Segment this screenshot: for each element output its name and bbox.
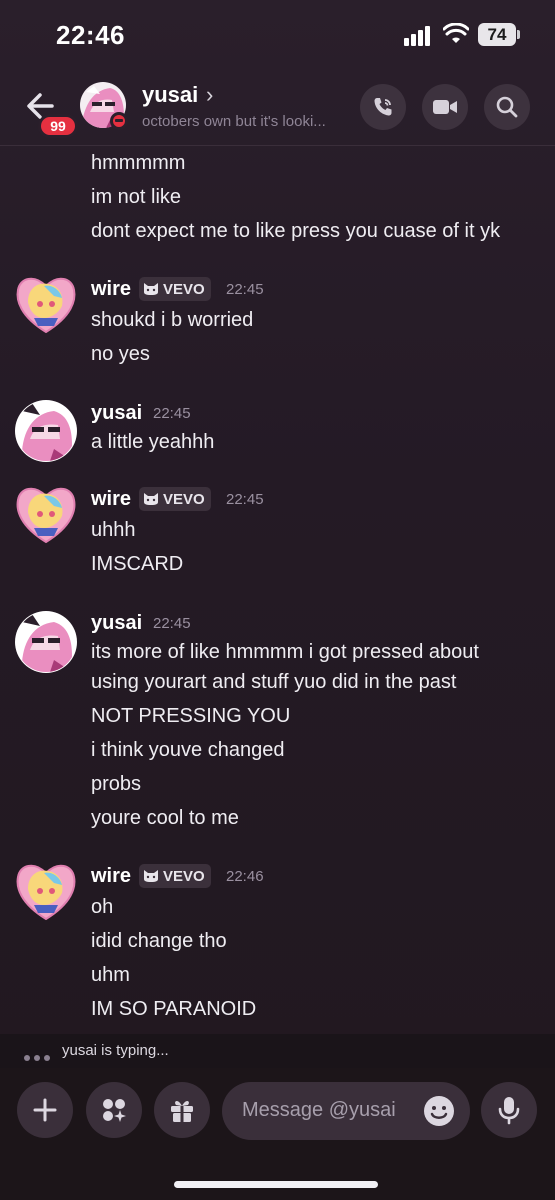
voice-message-button[interactable] — [481, 1082, 537, 1138]
message-list[interactable]: hmmmmm im not like dont expect me to lik… — [0, 147, 555, 1034]
message-input-placeholder: Message @yusai — [242, 1099, 396, 1121]
channel-header: 99 yusai › octobers own but it's looki..… — [0, 72, 555, 146]
gift-icon — [171, 1100, 193, 1122]
home-indicator[interactable] — [174, 1181, 378, 1188]
message-author[interactable]: wire — [91, 865, 131, 888]
unread-badge: 99 — [38, 114, 78, 138]
wifi-icon — [443, 23, 469, 43]
message-line[interactable]: i think youve changed — [91, 739, 284, 762]
phone-icon — [374, 98, 392, 116]
message-line[interactable]: dont expect me to like press you cuase o… — [91, 220, 500, 243]
chevron-right-icon[interactable]: › — [206, 82, 213, 108]
message-timestamp: 22:46 — [226, 868, 264, 885]
message-line[interactable]: youre cool to me — [91, 807, 239, 830]
video-camera-icon — [433, 100, 457, 114]
typing-dots-icon — [24, 1048, 54, 1066]
message-line[interactable]: idid change tho — [91, 930, 227, 953]
message-line[interactable]: probs — [91, 773, 141, 796]
voice-call-button[interactable] — [360, 84, 406, 130]
message-timestamp: 22:45 — [226, 281, 264, 298]
wire-avatar-icon[interactable] — [14, 859, 78, 923]
yusai-avatar-icon[interactable] — [14, 610, 78, 674]
add-attachment-button[interactable] — [17, 1082, 73, 1138]
gift-button[interactable] — [154, 1082, 210, 1138]
typing-indicator: yusai is typing... — [0, 1034, 555, 1068]
message-line[interactable]: NOT PRESSING YOU — [91, 705, 290, 728]
cat-icon — [144, 870, 158, 882]
server-tag-label: VEVO — [163, 867, 205, 885]
cat-icon — [144, 493, 158, 505]
message-line[interactable]: using yourart and stuff yuo did in the p… — [91, 671, 456, 694]
search-button[interactable] — [484, 84, 530, 130]
status-bar: 22:46 74 — [0, 0, 555, 72]
server-tag[interactable]: VEVO — [139, 864, 211, 888]
message-line[interactable]: a little yeahhh — [91, 431, 214, 454]
message-line[interactable]: no yes — [91, 343, 150, 366]
server-tag[interactable]: VEVO — [139, 277, 211, 301]
message-input[interactable]: Message @yusai — [222, 1082, 470, 1140]
custom-status-text: octobers own but it's looki... — [142, 113, 326, 130]
message-line[interactable]: IM SO PARANOID — [91, 998, 256, 1021]
message-timestamp: 22:45 — [153, 615, 191, 632]
server-tag-label: VEVO — [163, 490, 205, 508]
message-line[interactable]: IMSCARD — [91, 553, 183, 576]
message-line[interactable]: oh — [91, 896, 113, 919]
emoji-icon[interactable] — [422, 1094, 456, 1128]
message-line[interactable]: hmmmmm — [91, 152, 185, 175]
message-line[interactable]: shoukd i b worried — [91, 309, 253, 332]
message-author[interactable]: yusai — [91, 612, 142, 635]
server-tag-label: VEVO — [163, 280, 205, 298]
message-author[interactable]: yusai — [91, 402, 142, 425]
message-line[interactable]: im not like — [91, 186, 181, 209]
plus-icon — [33, 1098, 57, 1122]
composer-bar: Message @yusai — [0, 1068, 555, 1200]
message-timestamp: 22:45 — [226, 491, 264, 508]
apps-sparkle-icon — [103, 1099, 126, 1122]
search-icon — [496, 96, 518, 118]
wire-avatar-icon[interactable] — [14, 482, 78, 546]
wire-avatar-icon[interactable] — [14, 272, 78, 336]
message-author[interactable]: wire — [91, 278, 131, 301]
status-time: 22:46 — [56, 20, 125, 50]
message-timestamp: 22:45 — [153, 405, 191, 422]
yusai-avatar-icon[interactable] — [14, 399, 78, 463]
dnd-status-icon — [110, 112, 128, 130]
microphone-icon — [498, 1097, 520, 1125]
message-line[interactable]: uhhh — [91, 519, 136, 542]
message-line[interactable]: uhm — [91, 964, 130, 987]
cellular-signal-icon — [404, 24, 434, 46]
typing-text: yusai is typing... — [62, 1042, 169, 1059]
header-username[interactable]: yusai — [142, 82, 198, 108]
message-author[interactable]: wire — [91, 488, 131, 511]
apps-button[interactable] — [86, 1082, 142, 1138]
cat-icon — [144, 283, 158, 295]
video-call-button[interactable] — [422, 84, 468, 130]
server-tag[interactable]: VEVO — [139, 487, 211, 511]
message-line[interactable]: its more of like hmmmm i got pressed abo… — [91, 641, 479, 664]
battery-indicator: 74 — [478, 23, 520, 46]
